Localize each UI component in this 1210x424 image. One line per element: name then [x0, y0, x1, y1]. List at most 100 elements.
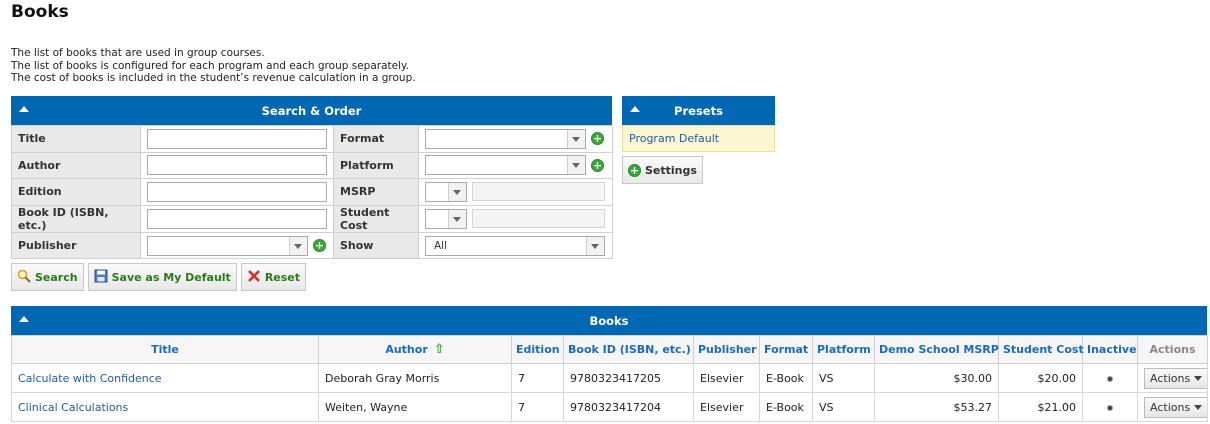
save-default-label: Save as My Default: [111, 270, 231, 284]
books-panel: Books Title Author ⇧ Edition Book ID (ISB…: [11, 306, 1208, 422]
red-x-icon: [247, 269, 261, 286]
cell-platform: VS: [812, 363, 875, 393]
search-button-label: Search: [35, 270, 78, 284]
cell-student-cost: $20.00: [998, 363, 1083, 393]
add-format-icon[interactable]: +: [591, 132, 604, 146]
cell-author: Weiten, Wayne: [318, 392, 512, 422]
actions-button[interactable]: Actions: [1144, 396, 1207, 418]
msrp-operator-select[interactable]: [425, 181, 467, 202]
show-value: All: [434, 239, 448, 252]
student-cost-label: Student Cost: [333, 204, 419, 233]
col-author-label: Author: [385, 343, 428, 356]
cell-book-id: 9780323417204: [563, 392, 694, 422]
search-button[interactable]: Search: [11, 263, 84, 291]
chevron-down-icon[interactable]: [448, 209, 466, 228]
col-author[interactable]: Author ⇧: [318, 335, 512, 364]
show-select[interactable]: All: [425, 235, 605, 256]
actions-label: Actions: [1150, 400, 1191, 414]
cell-actions: Actions: [1137, 392, 1208, 422]
platform-select[interactable]: [425, 155, 586, 176]
chevron-down-icon: [1194, 375, 1203, 381]
msrp-label: MSRP: [333, 178, 419, 206]
col-publisher[interactable]: Publisher: [693, 335, 760, 364]
publisher-select[interactable]: [147, 235, 308, 256]
cell-title: Clinical Calculations: [11, 392, 319, 422]
actions-button[interactable]: Actions: [1144, 367, 1207, 389]
book-title-link[interactable]: Clinical Calculations: [18, 401, 128, 414]
chevron-down-icon[interactable]: [289, 236, 307, 255]
msrp-value-input[interactable]: [472, 182, 605, 202]
col-inactive[interactable]: Inactive: [1082, 335, 1138, 364]
cell-inactive: [1082, 363, 1138, 393]
table-row: Calculate with Confidence Deborah Gray M…: [11, 363, 1208, 393]
sort-asc-icon: ⇧: [433, 342, 445, 357]
cell-student-cost: $21.00: [998, 392, 1083, 422]
col-platform[interactable]: Platform: [812, 335, 875, 364]
col-format[interactable]: Format: [759, 335, 813, 364]
col-msrp[interactable]: Demo School MSRP: [874, 335, 999, 364]
presets-header[interactable]: Presets: [622, 96, 775, 125]
title-input[interactable]: [147, 128, 327, 149]
cell-format: E-Book: [759, 392, 813, 422]
cell-book-id: 9780323417205: [563, 363, 694, 393]
add-publisher-icon[interactable]: +: [313, 239, 326, 253]
col-student-cost[interactable]: Student Cost: [998, 335, 1084, 364]
search-order-header[interactable]: Search & Order: [11, 96, 612, 125]
chevron-down-icon[interactable]: [586, 236, 604, 255]
cell-title: Calculate with Confidence: [11, 363, 319, 393]
show-label: Show: [333, 231, 419, 260]
intro-line: The cost of books is included in the stu…: [11, 72, 416, 84]
search-order-panel: Search & Order Title Format + Author Pla…: [11, 96, 613, 260]
magnifier-icon: [17, 269, 31, 286]
cell-platform: VS: [812, 392, 875, 422]
edition-label: Edition: [11, 178, 141, 206]
student-cost-operator-select[interactable]: [425, 208, 467, 229]
search-form: Title Format + Author Platform + Edition…: [11, 125, 613, 260]
plus-circle-icon: +: [628, 163, 641, 177]
chevron-down-icon: [1194, 404, 1203, 410]
actions-label: Actions: [1150, 371, 1191, 385]
publisher-label: Publisher: [11, 231, 141, 260]
preset-item-program-default[interactable]: Program Default: [622, 125, 775, 152]
col-book-id[interactable]: Book ID (ISBN, etc.): [563, 335, 694, 364]
books-table: Title Author ⇧ Edition Book ID (ISBN, etc…: [11, 335, 1208, 422]
chevron-down-icon[interactable]: [567, 129, 585, 148]
page-title: Books: [11, 2, 69, 22]
book-title-link[interactable]: Calculate with Confidence: [18, 372, 162, 385]
books-title: Books: [589, 313, 629, 328]
cell-format: E-Book: [759, 363, 813, 393]
cell-author: Deborah Gray Morris: [318, 363, 512, 393]
intro-line: The list of books is configured for each…: [11, 59, 410, 72]
cell-edition: 7: [511, 363, 564, 393]
table-row: Clinical Calculations Weiten, Wayne 7 97…: [11, 392, 1208, 422]
edition-input[interactable]: [147, 181, 327, 202]
settings-button[interactable]: + Settings: [622, 156, 703, 184]
collapse-caret-icon[interactable]: [19, 106, 29, 112]
format-label: Format: [333, 125, 419, 153]
student-cost-value-input[interactable]: [472, 209, 605, 229]
chevron-down-icon[interactable]: [448, 182, 466, 201]
cell-msrp: $53.27: [874, 392, 999, 422]
add-platform-icon[interactable]: +: [591, 158, 604, 172]
reset-button[interactable]: Reset: [240, 263, 307, 291]
reset-label: Reset: [264, 270, 301, 284]
col-title[interactable]: Title: [11, 335, 319, 364]
author-label: Author: [11, 151, 141, 180]
page-intro: The list of books that are used in group…: [11, 47, 416, 85]
save-default-button[interactable]: Save as My Default: [87, 263, 237, 291]
chevron-down-icon[interactable]: [567, 156, 585, 175]
intro-line: The list of books that are used in group…: [11, 47, 265, 59]
search-order-title: Search & Order: [261, 103, 362, 118]
books-header[interactable]: Books: [11, 306, 1207, 335]
bookid-input[interactable]: [147, 208, 327, 229]
author-input[interactable]: [147, 155, 327, 176]
col-edition[interactable]: Edition: [511, 335, 564, 364]
format-select[interactable]: [425, 128, 586, 149]
presets-panel: Presets Program Default: [622, 96, 775, 152]
cell-msrp: $30.00: [874, 363, 999, 393]
cell-inactive: [1082, 392, 1138, 422]
inactive-indicator-icon: [1107, 404, 1113, 411]
search-button-row: Search Save as My Default Reset: [11, 263, 307, 291]
collapse-caret-icon[interactable]: [19, 316, 29, 322]
collapse-caret-icon[interactable]: [630, 106, 640, 112]
